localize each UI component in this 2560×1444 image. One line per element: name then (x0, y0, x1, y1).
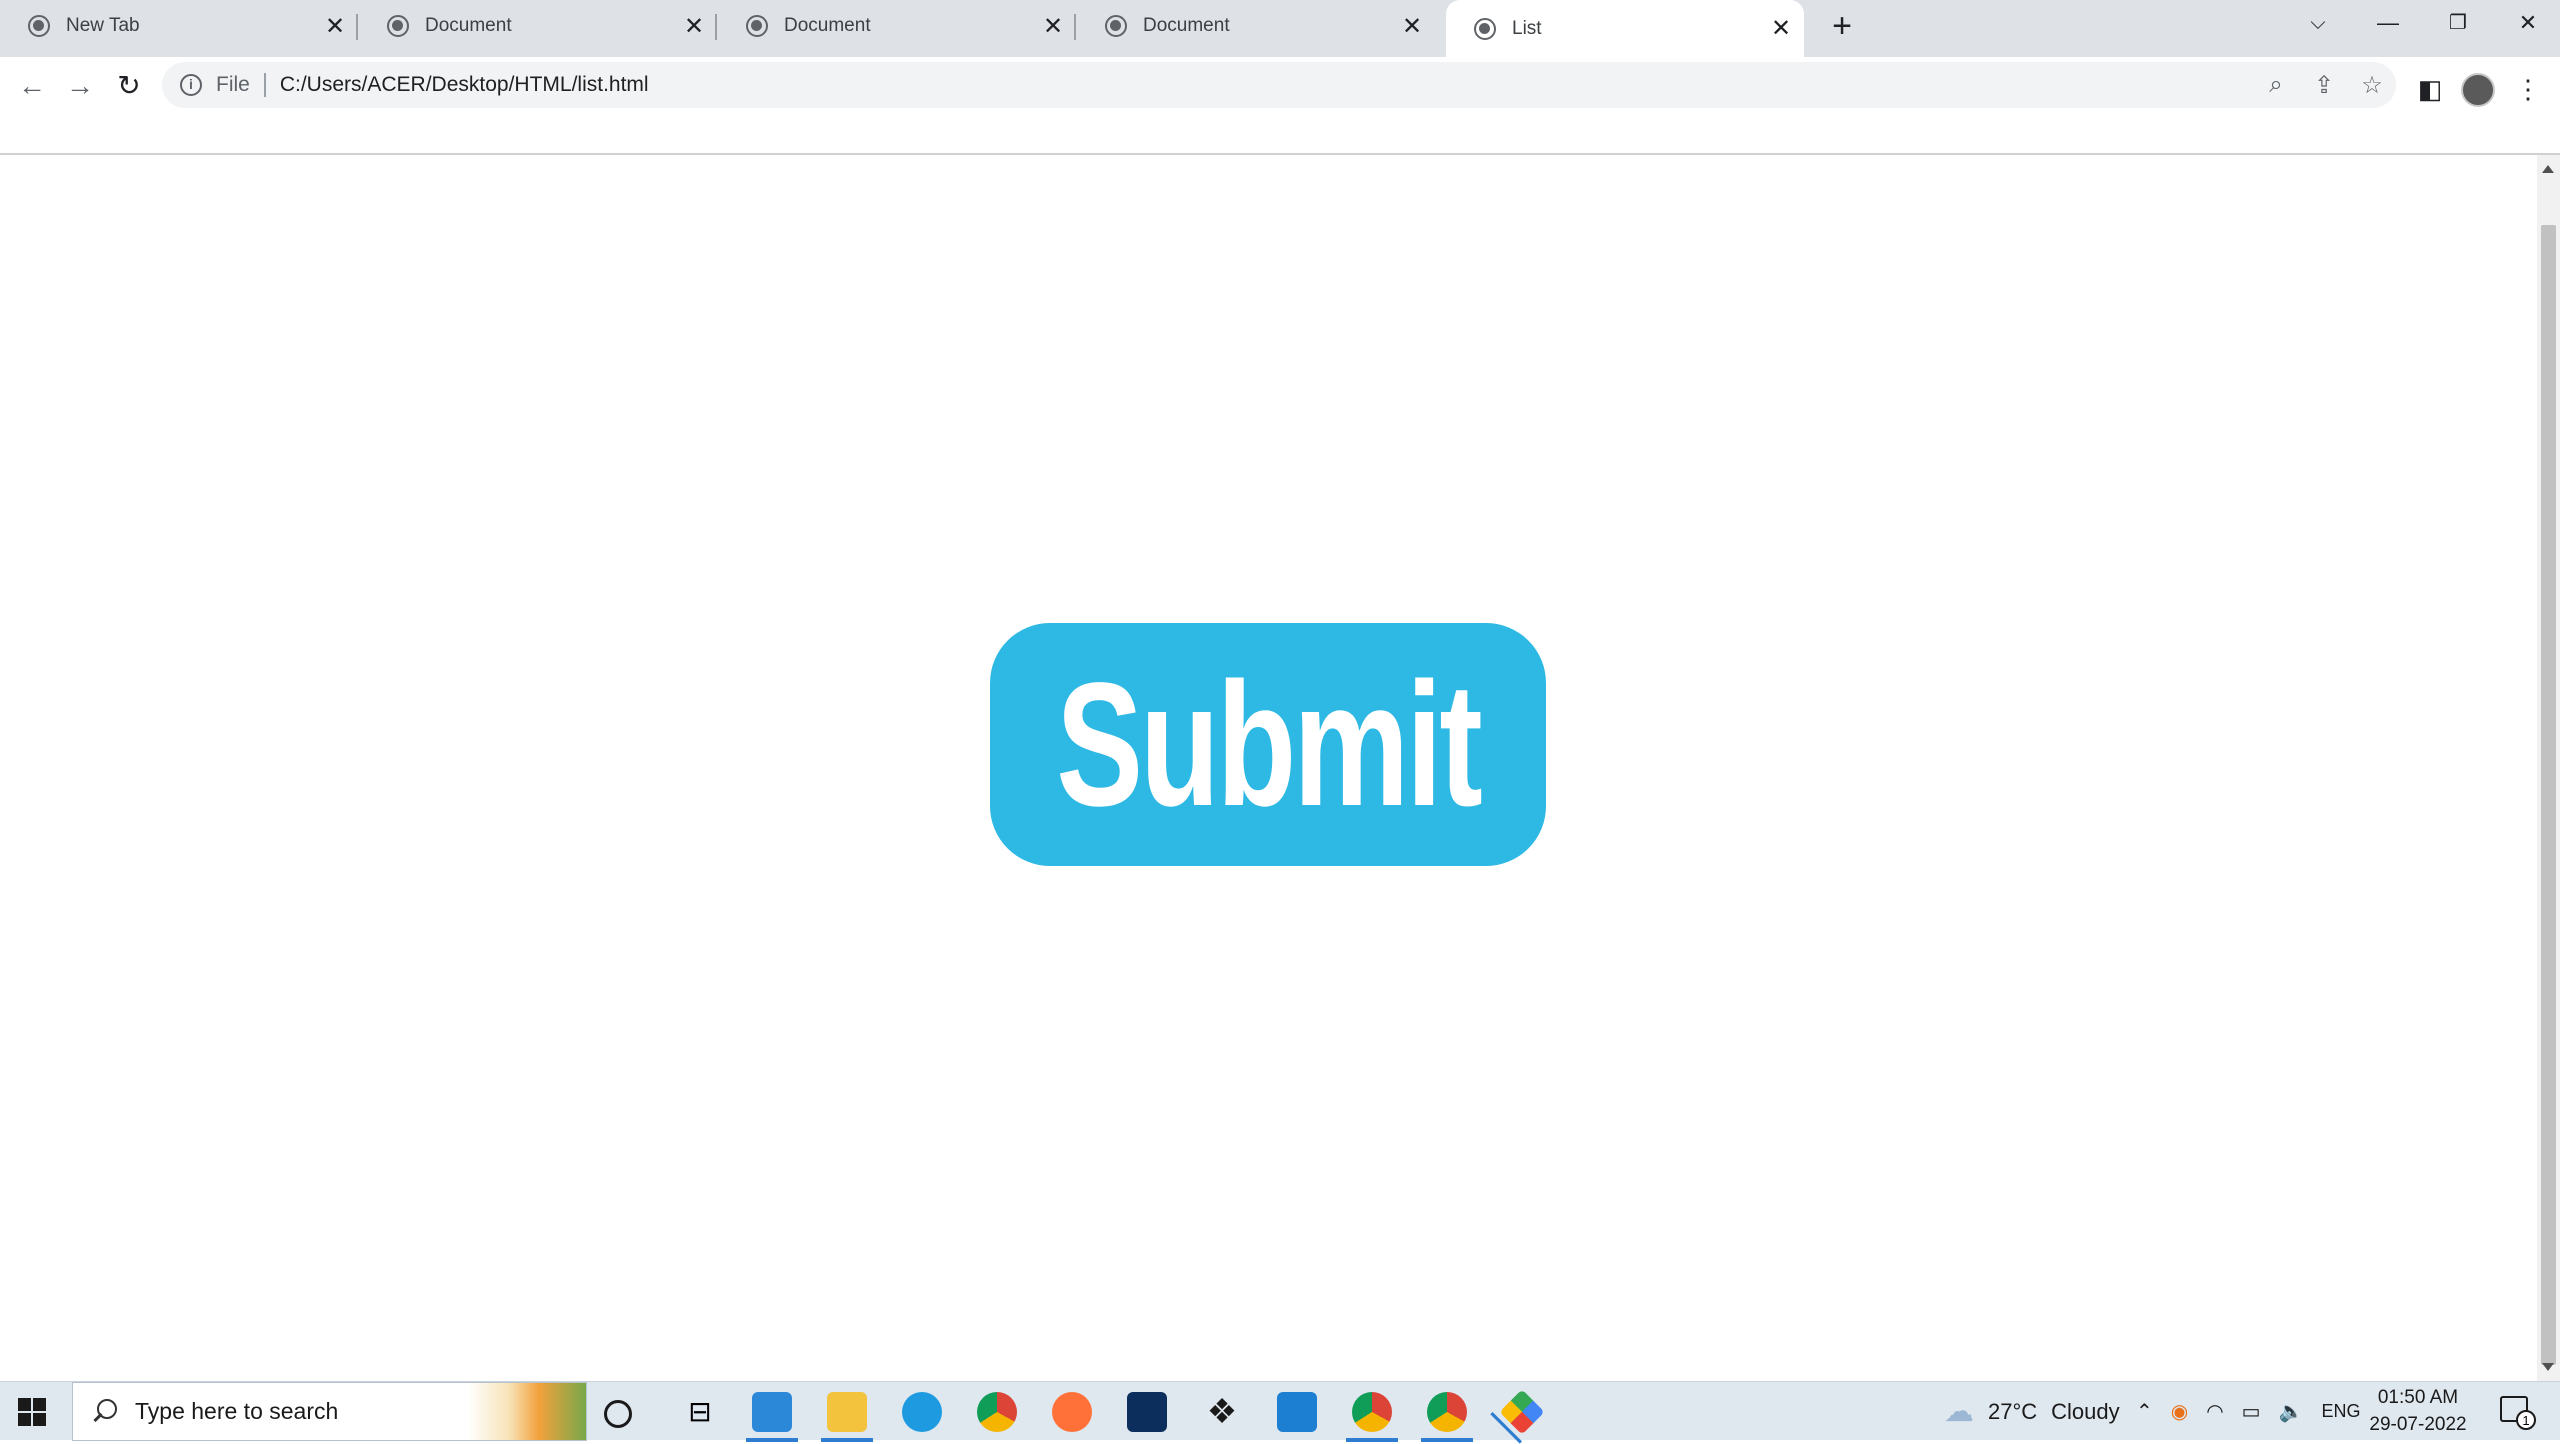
bookmark-star-icon[interactable]: ☆ (2348, 71, 2396, 100)
app-icon[interactable] (1127, 1392, 1167, 1432)
scrollbar[interactable] (2537, 155, 2560, 1381)
tab-separator (715, 14, 717, 40)
tab-separator (356, 14, 358, 40)
file-explorer-icon[interactable] (821, 1392, 873, 1442)
battery-icon[interactable]: ▭ (2242, 1399, 2261, 1424)
tab-title: New Tab (66, 15, 140, 36)
chrome-icon (28, 15, 50, 37)
cortana-icon[interactable] (604, 1400, 632, 1428)
profile-avatar[interactable] (2461, 73, 2495, 107)
system-tray: ⌃ ◉ ◠ ▭ 🔈 ENG (2136, 1382, 2361, 1441)
scroll-down-arrow-icon[interactable] (2542, 1363, 2554, 1371)
language-indicator[interactable]: ENG (2321, 1401, 2360, 1422)
chrome-profile-icon[interactable] (1421, 1392, 1473, 1442)
notification-count: 1 (2516, 1410, 2536, 1430)
url-text[interactable]: C:/Users/ACER/Desktop/HTML/list.html (280, 73, 2252, 97)
new-tab-button[interactable]: + (1822, 6, 1862, 46)
wifi-icon[interactable]: ◠ (2206, 1399, 2223, 1424)
firefox-icon[interactable] (1052, 1392, 1092, 1432)
window-close-button[interactable]: ✕ (2492, 0, 2560, 46)
tab-title: Document (425, 15, 512, 36)
globe-icon (746, 15, 768, 37)
cloud-icon: ☁ (1944, 1395, 1974, 1428)
chevron-up-icon[interactable]: ⌃ (2136, 1399, 2153, 1424)
back-button[interactable]: ← (14, 68, 50, 104)
search-placeholder: Type here to search (135, 1398, 339, 1424)
close-icon[interactable]: ✕ (679, 12, 709, 41)
submit-button[interactable]: Submit (990, 623, 1546, 866)
edge-icon[interactable] (902, 1392, 942, 1432)
restore-button[interactable]: ❐ (2422, 0, 2494, 46)
mail-icon[interactable] (1277, 1392, 1317, 1432)
weather-temp: 27°C (1988, 1398, 2038, 1424)
taskbar-clock[interactable]: 01:50 AM 29-07-2022 (2368, 1384, 2468, 1438)
dropbox-icon[interactable]: ❖ (1202, 1392, 1242, 1432)
globe-icon (387, 15, 409, 37)
task-view-icon[interactable]: ⊟ (680, 1392, 720, 1432)
tab-title: List (1512, 17, 1542, 39)
weather-widget[interactable]: ☁ 27°C Cloudy (1944, 1382, 2120, 1441)
scrollbar-thumb[interactable] (2541, 225, 2556, 1365)
app-icon[interactable] (1499, 1389, 1545, 1435)
tab-document[interactable]: Document ✕ (718, 0, 1076, 52)
tab-search-chevron-icon[interactable]: ⌵ (2282, 0, 2354, 46)
close-icon[interactable]: ✕ (1397, 12, 1427, 41)
globe-icon (1474, 17, 1496, 40)
notification-icon[interactable]: 1 (2500, 1396, 2536, 1430)
minimize-button[interactable]: — (2352, 0, 2424, 46)
search-icon (91, 1398, 117, 1425)
globe-icon (1105, 15, 1127, 37)
vscode-icon[interactable] (746, 1392, 798, 1442)
site-info-icon[interactable]: i (180, 74, 202, 96)
forward-button[interactable]: → (62, 68, 98, 104)
tab-document[interactable]: Document ✕ (1077, 0, 1435, 52)
share-icon[interactable]: ⇪ (2300, 71, 2348, 100)
close-icon[interactable]: ✕ (1766, 14, 1796, 43)
submit-button-label: Submit (1056, 646, 1483, 843)
close-icon[interactable]: ✕ (1038, 12, 1068, 41)
volume-icon[interactable]: 🔈 (2279, 1399, 2304, 1424)
tab-strip: New Tab ✕ Document ✕ Document ✕ Document… (0, 0, 2560, 57)
windows-taskbar: Type here to search ⊟ ❖ ☁ 27°C Cloudy ⌃ … (0, 1381, 2560, 1442)
search-highlight-image (468, 1383, 586, 1440)
browser-toolbar: ← → ↻ i File C:/Users/ACER/Desktop/HTML/… (0, 57, 2560, 155)
address-bar[interactable]: i File C:/Users/ACER/Desktop/HTML/list.h… (162, 62, 2396, 108)
taskbar-search-box[interactable]: Type here to search (72, 1382, 587, 1441)
chrome-icon[interactable] (977, 1392, 1017, 1432)
weather-desc: Cloudy (2051, 1398, 2120, 1424)
tab-document[interactable]: Document ✕ (359, 0, 717, 52)
reload-button[interactable]: ↻ (111, 68, 147, 104)
tab-list[interactable]: List ✕ (1446, 0, 1804, 57)
chrome-profile-icon[interactable] (1346, 1392, 1398, 1442)
tab-separator (1074, 14, 1076, 40)
clock-time: 01:50 AM (2377, 1387, 2459, 1408)
app-tray-icon[interactable]: ◉ (2171, 1399, 2188, 1424)
tab-title: Document (1143, 15, 1230, 36)
scheme-label: File (216, 73, 250, 96)
tab-new-tab[interactable]: New Tab ✕ (0, 0, 358, 52)
close-icon[interactable]: ✕ (320, 12, 350, 41)
menu-kebab-icon[interactable]: ⋮ (2510, 71, 2546, 107)
address-divider (263, 73, 266, 97)
zoom-icon[interactable]: ⌕ (2252, 71, 2300, 99)
scroll-up-arrow-icon[interactable] (2542, 165, 2554, 173)
clock-date: 29-07-2022 (2369, 1414, 2467, 1435)
tab-title: Document (784, 15, 871, 36)
side-panel-icon[interactable]: ◧ (2412, 71, 2448, 107)
windows-start-icon[interactable] (18, 1398, 46, 1426)
